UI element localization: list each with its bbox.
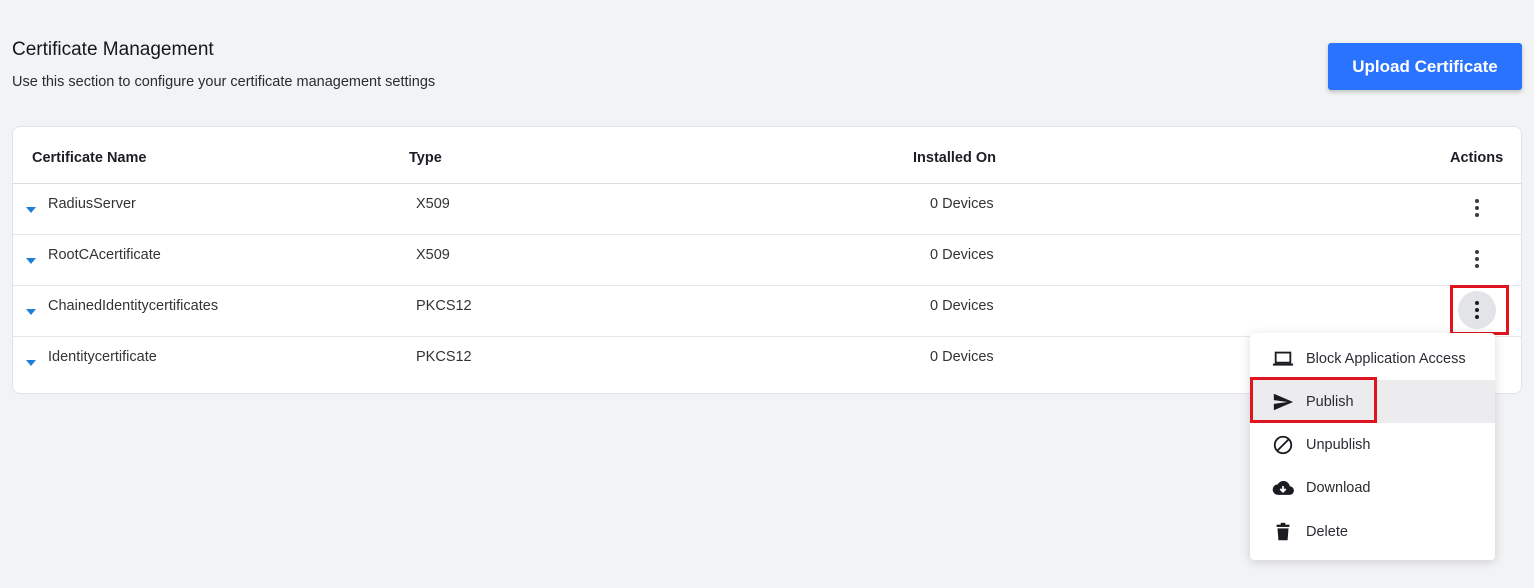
block-icon [1272, 434, 1294, 456]
menu-item-delete[interactable]: Delete [1250, 510, 1495, 553]
menu-item-download[interactable]: Download [1250, 466, 1495, 509]
column-header-certificate-name: Certificate Name [32, 150, 147, 166]
row-actions-kebab-icon[interactable] [1458, 240, 1496, 278]
page-title: Certificate Management [12, 39, 214, 60]
table-row: RadiusServer X509 0 Devices [13, 184, 1521, 235]
certificate-type: X509 [416, 247, 450, 263]
menu-item-label: Download [1306, 479, 1371, 496]
certificate-name: Identitycertificate [48, 349, 157, 365]
menu-item-label: Publish [1306, 393, 1354, 410]
installed-on: 0 Devices [930, 349, 994, 365]
menu-item-label: Unpublish [1306, 436, 1371, 453]
column-header-type: Type [409, 150, 442, 166]
row-actions-menu: Block Application Access Publish Unpubli… [1250, 333, 1495, 560]
page-subtitle: Use this section to configure your certi… [12, 74, 436, 90]
row-actions-kebab-icon[interactable] [1458, 189, 1496, 227]
certificate-name: RadiusServer [48, 196, 136, 212]
certificate-type: PKCS12 [416, 349, 472, 365]
laptop-icon [1272, 348, 1294, 370]
send-icon [1272, 391, 1294, 413]
expand-caret-icon[interactable] [26, 360, 36, 366]
table-row: ChainedIdentitycertificates PKCS12 0 Dev… [13, 286, 1521, 337]
menu-item-label: Block Application Access [1306, 350, 1466, 367]
certificate-name: RootCAcertificate [48, 247, 161, 263]
expand-caret-icon[interactable] [26, 258, 36, 264]
certificate-type: PKCS12 [416, 298, 472, 314]
trash-icon [1272, 521, 1294, 543]
installed-on: 0 Devices [930, 247, 994, 263]
menu-item-block-application-access[interactable]: Block Application Access [1250, 337, 1495, 380]
column-header-installed-on: Installed On [913, 150, 996, 166]
table-header: Certificate Name Type Installed On Actio… [13, 127, 1521, 184]
expand-caret-icon[interactable] [26, 309, 36, 315]
expand-caret-icon[interactable] [26, 207, 36, 213]
certificate-management-page: Certificate Management Use this section … [0, 0, 1534, 588]
row-actions-kebab-icon-active[interactable] [1458, 291, 1496, 329]
installed-on: 0 Devices [930, 196, 994, 212]
cloud-download-icon [1272, 477, 1294, 499]
upload-certificate-button[interactable]: Upload Certificate [1328, 43, 1522, 90]
table-row: RootCAcertificate X509 0 Devices [13, 235, 1521, 286]
menu-item-unpublish[interactable]: Unpublish [1250, 423, 1495, 466]
menu-item-publish[interactable]: Publish [1250, 380, 1495, 423]
column-header-actions: Actions [1450, 150, 1504, 166]
installed-on: 0 Devices [930, 298, 994, 314]
menu-item-label: Delete [1306, 523, 1348, 540]
certificate-name: ChainedIdentitycertificates [48, 298, 219, 314]
certificate-type: X509 [416, 196, 450, 212]
